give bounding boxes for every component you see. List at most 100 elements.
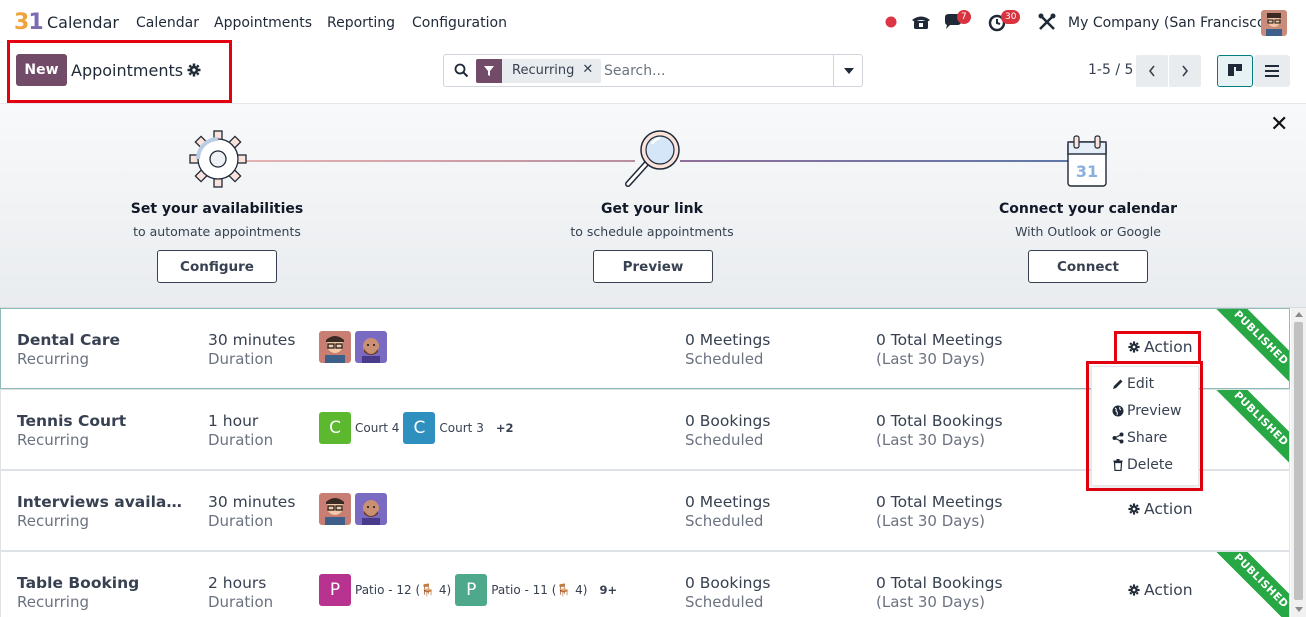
recording-dot-icon[interactable] [880, 11, 902, 33]
user-avatar[interactable] [1261, 10, 1287, 36]
filter-icon [476, 59, 502, 83]
staff-avatar[interactable] [319, 331, 351, 363]
step-subtitle: to schedule appointments [570, 224, 734, 239]
gear-icon [1128, 503, 1140, 515]
dropdown-preview[interactable]: Preview [1112, 403, 1182, 419]
dropdown-label: Preview [1127, 403, 1182, 419]
dropdown-edit[interactable]: Edit [1112, 376, 1154, 392]
appointment-card[interactable]: Table Booking Recurring 2 hours Duration… [0, 551, 1290, 617]
facet-label: Recurring [512, 63, 575, 78]
dropdown-label: Edit [1127, 376, 1155, 392]
step-subtitle: to automate appointments [133, 224, 301, 239]
pager-next-button[interactable] [1169, 55, 1201, 87]
card-name: Tennis Court [17, 412, 127, 430]
facet-remove-icon[interactable]: ✕ [582, 59, 601, 83]
dropdown-delete[interactable]: Delete [1112, 457, 1173, 473]
phone-icon[interactable] [910, 11, 932, 33]
dropdown-share[interactable]: Share [1112, 430, 1167, 446]
action-button[interactable]: Action [1128, 500, 1193, 518]
step-title: Get your link [601, 201, 703, 217]
card-type: Recurring [17, 512, 89, 530]
menu-reporting[interactable]: Reporting [327, 15, 395, 31]
kanban-view-button[interactable] [1217, 55, 1253, 87]
resource-avatar[interactable]: C [319, 412, 351, 444]
connect-button[interactable]: Connect [1028, 250, 1148, 283]
menu-appointments[interactable]: Appointments [214, 15, 312, 31]
resource-label: Court 3 [439, 421, 484, 435]
pager-previous-button[interactable] [1136, 55, 1168, 87]
dropdown-label: Share [1127, 430, 1168, 446]
card-name: Dental Care [17, 331, 120, 349]
card-name: Interviews availab… [17, 493, 187, 511]
search-options-toggle[interactable] [833, 55, 863, 86]
search-facet: Recurring ✕ [476, 59, 602, 83]
action-button[interactable]: Action [1128, 581, 1193, 599]
card-duration-label: Duration [208, 593, 274, 611]
close-onboarding-icon[interactable]: ✕ [1270, 114, 1288, 136]
more-resources-count[interactable]: +2 [496, 421, 514, 435]
card-total-label: (Last 30 Days) [876, 431, 986, 449]
calendar-app-icon[interactable]: 31 [14, 10, 44, 35]
resource-label: Patio - 12 (🪑 4) [355, 583, 452, 597]
staff-avatar[interactable] [319, 493, 351, 525]
card-total-count: 0 Total Meetings [876, 493, 1003, 511]
trash-icon [1113, 459, 1123, 471]
resource-avatar[interactable]: C [403, 412, 436, 444]
scroll-up-icon[interactable] [1295, 312, 1303, 317]
published-ribbon: PUBLISHED [1203, 552, 1289, 617]
resource-avatar[interactable]: P [455, 574, 488, 606]
gear-illustration-icon [188, 128, 248, 190]
progress-line [680, 160, 1072, 162]
highlight-box-action [1114, 331, 1201, 364]
list-icon [1265, 65, 1279, 77]
card-duration: 2 hours [208, 574, 267, 592]
card-total-label: (Last 30 Days) [876, 350, 986, 368]
more-resources-count[interactable]: 9+ [599, 583, 617, 597]
list-view-button[interactable] [1254, 55, 1290, 87]
scroll-down-icon[interactable] [1295, 607, 1303, 612]
card-total-count: 0 Total Bookings [876, 412, 1003, 430]
pager-value[interactable]: 1-5 / 5 [1088, 62, 1133, 78]
onboarding-panel: ✕ Set your availabilities to automate ap… [0, 104, 1306, 308]
scrollbar[interactable] [1291, 308, 1306, 617]
staff-avatar[interactable] [355, 493, 387, 525]
company-switcher[interactable]: My Company (San Francisco) [1068, 15, 1271, 31]
configure-button[interactable]: Configure [157, 250, 277, 283]
calendar-illustration-icon: 31 [1062, 128, 1122, 190]
pencil-icon [1113, 379, 1123, 389]
card-stat-label: Scheduled [685, 593, 764, 611]
magnifier-illustration-icon [622, 128, 682, 190]
svg-text:31: 31 [1076, 162, 1098, 181]
app-name[interactable]: Calendar [47, 13, 119, 32]
staff-avatar[interactable] [355, 331, 387, 363]
staff-avatars [319, 493, 391, 525]
search-input[interactable] [604, 61, 824, 81]
activities-badge: 30 [1001, 10, 1021, 24]
card-stat-label: Scheduled [685, 512, 764, 530]
card-total-count: 0 Total Meetings [876, 331, 1003, 349]
menu-calendar[interactable]: Calendar [136, 15, 199, 31]
card-stat-count: 0 Bookings [685, 574, 771, 592]
staff-avatars [319, 331, 391, 363]
card-stat-count: 0 Meetings [685, 331, 771, 349]
card-type: Recurring [17, 350, 89, 368]
globe-icon [1112, 405, 1124, 417]
scroll-thumb[interactable] [1294, 322, 1303, 600]
debug-tools-icon[interactable] [1036, 11, 1058, 33]
card-stat-count: 0 Meetings [685, 493, 771, 511]
card-name: Table Booking [17, 574, 140, 592]
card-stat-count: 0 Bookings [685, 412, 771, 430]
menu-configuration[interactable]: Configuration [412, 15, 507, 31]
resource-avatar[interactable]: P [319, 574, 351, 606]
card-duration: 30 minutes [208, 493, 296, 511]
highlight-box-new-appointments [7, 40, 232, 103]
step-subtitle: With Outlook or Google [1015, 224, 1161, 239]
preview-button[interactable]: Preview [593, 250, 713, 283]
search-bar: Recurring ✕ [443, 54, 863, 87]
action-label: Action [1144, 500, 1193, 518]
card-duration: 1 hour [208, 412, 259, 430]
search-icon[interactable] [454, 63, 469, 78]
step-title: Connect your calendar [998, 201, 1178, 217]
resource-list: P Patio - 12 (🪑 4) P Patio - 11 (🪑 4) 9+ [319, 574, 617, 606]
messages-badge: 7 [957, 10, 971, 24]
